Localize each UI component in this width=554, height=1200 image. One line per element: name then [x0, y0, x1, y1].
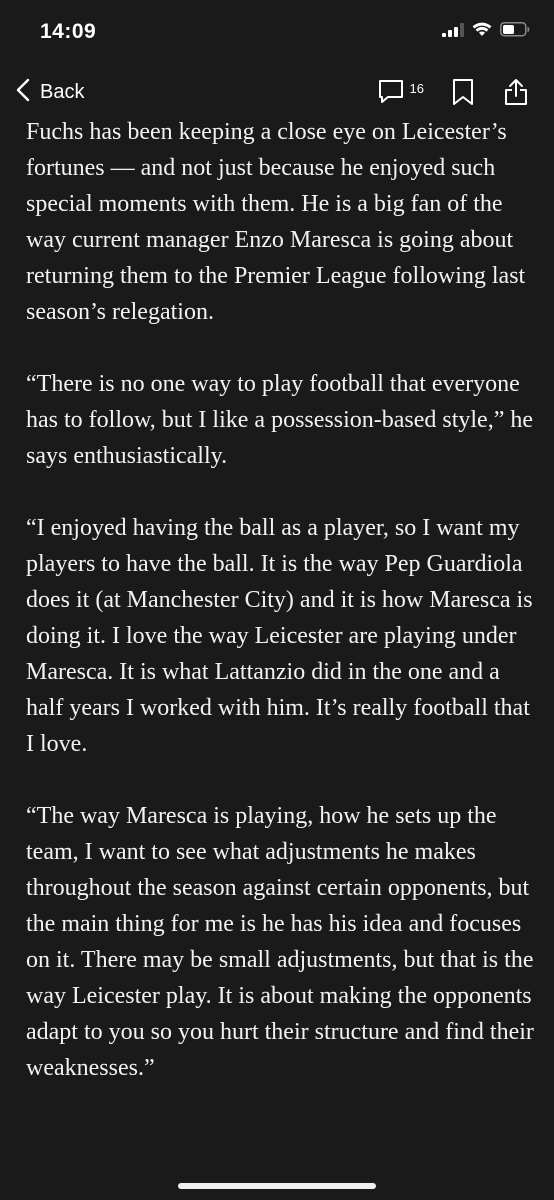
chevron-left-icon	[16, 78, 30, 107]
article-paragraph: “There is no one way to play football th…	[26, 371, 534, 469]
status-icons	[442, 22, 530, 42]
article-paragraph: Fuchs has been keeping a close eye on Le…	[26, 119, 526, 325]
comment-count: 16	[409, 81, 424, 96]
wifi-icon	[472, 22, 492, 42]
battery-icon	[500, 22, 530, 42]
share-icon	[504, 79, 528, 110]
share-button[interactable]	[504, 78, 528, 111]
article-toolbar: Back 16	[0, 72, 554, 118]
home-indicator[interactable]	[178, 1183, 376, 1189]
bookmark-button[interactable]	[452, 78, 474, 111]
back-label: Back	[40, 81, 85, 103]
status-bar: 14:09	[0, 0, 554, 70]
bookmark-icon	[452, 79, 474, 110]
cellular-signal-icon	[442, 22, 464, 42]
article-paragraph: “The way Maresca is playing, how he sets…	[26, 803, 534, 1081]
nav-actions: 16	[378, 78, 528, 111]
article-paragraph: “I enjoyed having the ball as a player, …	[26, 515, 533, 757]
article-body: Fuchs has been keeping a close eye on Le…	[26, 114, 536, 1122]
comment-icon	[378, 79, 404, 110]
status-time: 14:09	[40, 20, 97, 43]
comments-button[interactable]: 16	[378, 79, 424, 110]
back-button[interactable]: Back	[16, 78, 84, 107]
